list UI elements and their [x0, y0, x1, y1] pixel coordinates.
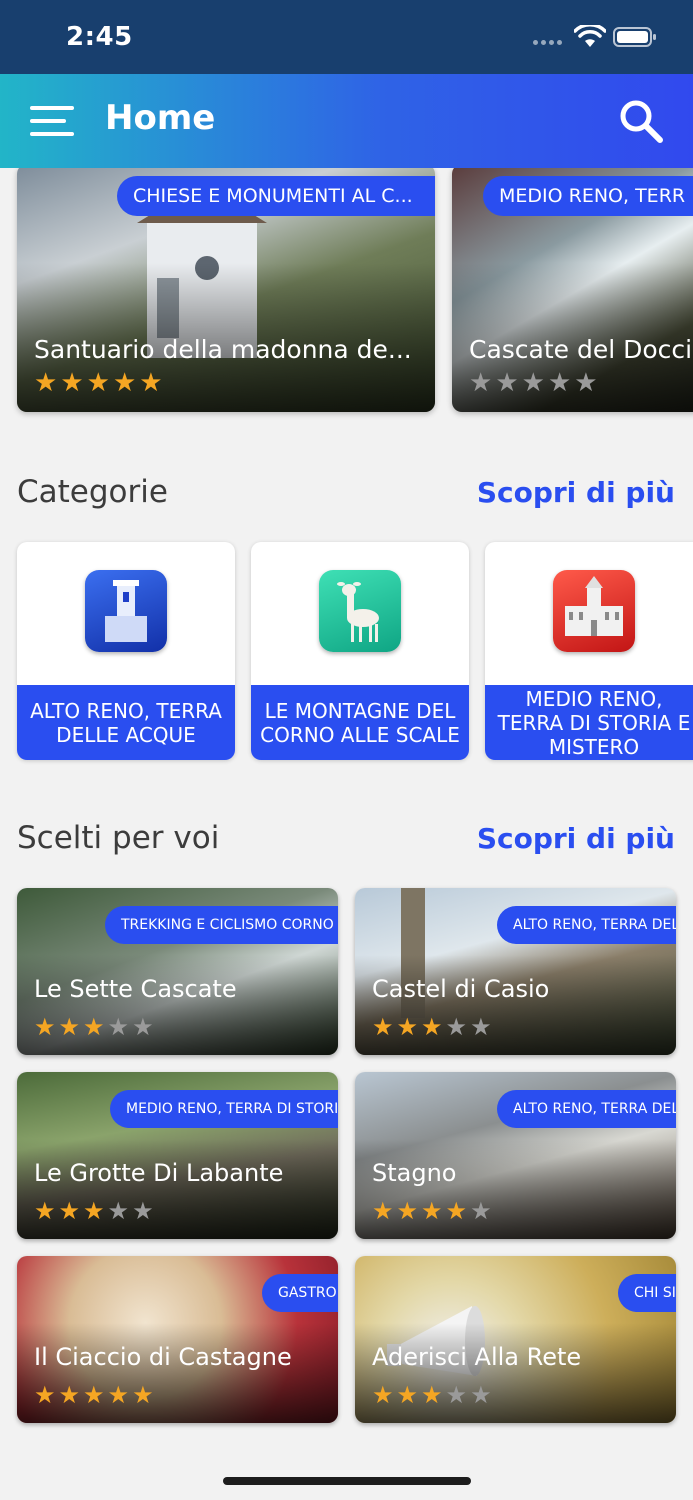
category-tag: MEDIO RENO, TERRA DI STORIA [110, 1090, 338, 1128]
star-icon: ★ [86, 368, 110, 398]
place-card[interactable]: GASTRO Il Ciaccio di Castagne ★ ★ ★ ★ ★ [17, 1256, 338, 1423]
status-time: 2:45 [66, 22, 133, 52]
place-title: Stagno [372, 1159, 457, 1187]
star-icon: ★ [83, 1381, 105, 1409]
featured-title: Santuario della madonna de... [34, 335, 412, 364]
star-icon: ★ [372, 1197, 394, 1225]
star-icon: ★ [421, 1197, 443, 1225]
star-icon: ★ [34, 1381, 56, 1409]
star-icon: ★ [495, 368, 519, 398]
star-icon: ★ [396, 1013, 419, 1041]
star-icon: ★ [445, 1197, 468, 1225]
star-icon: ★ [58, 1197, 81, 1225]
category-tag: TREKKING E CICLISMO CORNO A [105, 906, 338, 944]
category-tag: MEDIO RENO, TERR [483, 176, 693, 216]
category-tag: ALTO RENO, TERRA DEL [497, 906, 676, 944]
featured-title: Cascate del Docci [469, 335, 693, 364]
tower-icon [85, 570, 167, 652]
app-bar: Home [0, 74, 693, 168]
star-icon: ★ [139, 368, 163, 398]
star-rating: ★ ★ ★ ★ ★ [34, 1383, 154, 1407]
place-card[interactable]: ALTO RENO, TERRA DEL Stagno ★ ★ ★ ★ ★ [355, 1072, 676, 1239]
categories-heading: Categorie [17, 474, 168, 510]
search-icon[interactable] [618, 98, 664, 144]
featured-card[interactable]: CHIESE E MONUMENTI AL C... Santuario del… [17, 168, 435, 412]
star-icon: ★ [421, 1381, 443, 1409]
star-icon: ★ [34, 1197, 56, 1225]
wifi-icon [574, 25, 606, 47]
star-icon: ★ [132, 1381, 154, 1409]
star-icon: ★ [60, 368, 84, 398]
star-icon: ★ [58, 1013, 81, 1041]
star-icon: ★ [445, 1013, 468, 1041]
category-label: LE MONTAGNE DEL CORNO ALLE SCALE [251, 685, 469, 760]
category-tag: CHIESE E MONUMENTI AL C... [117, 176, 435, 216]
category-tag: ALTO RENO, TERRA DEL [497, 1090, 676, 1128]
category-tag: GASTRO [262, 1274, 338, 1312]
category-label: MEDIO RENO, TERRA DI STORIA E MISTERO [485, 685, 693, 760]
battery-icon [613, 27, 656, 47]
star-icon: ★ [132, 1197, 154, 1225]
picks-heading: Scelti per voi [17, 820, 220, 856]
category-label: ALTO RENO, TERRA DELLE ACQUE [17, 685, 235, 760]
place-card[interactable]: CHI SIA Aderisci Alla Rete ★★★★★ [355, 1256, 676, 1423]
categories-more-link[interactable]: Scopri di più [477, 476, 675, 509]
place-card[interactable]: TREKKING E CICLISMO CORNO A Le Sette Cas… [17, 888, 338, 1055]
cellular-signal-icon [533, 40, 562, 45]
star-icon: ★ [34, 368, 58, 398]
menu-icon[interactable] [30, 106, 74, 136]
star-icon: ★ [107, 1381, 130, 1409]
star-icon: ★ [574, 368, 598, 398]
star-rating: ★ ★ ★ ★ ★ [34, 1015, 154, 1039]
place-title: Le Sette Cascate [34, 975, 237, 1003]
star-icon: ★ [521, 368, 545, 398]
picks-more-link[interactable]: Scopri di più [477, 822, 675, 855]
place-title: Il Ciaccio di Castagne [34, 1343, 292, 1371]
category-tag: CHI SIA [618, 1274, 676, 1312]
page-title: Home [105, 98, 216, 138]
star-icon: ★ [132, 1013, 154, 1041]
home-content: CHIESE E MONUMENTI AL C... Santuario del… [0, 168, 693, 1500]
place-title: Aderisci Alla Rete [372, 1343, 582, 1371]
star-icon: ★ [34, 1013, 56, 1041]
castle-icon [553, 570, 635, 652]
star-icon: ★ [372, 1013, 394, 1041]
star-rating: ★ ★ ★ ★ ★ [469, 370, 598, 396]
star-icon: ★ [396, 1381, 419, 1409]
star-icon: ★ [372, 1381, 394, 1409]
place-title: Le Grotte Di Labante [34, 1159, 284, 1187]
star-icon: ★ [107, 1013, 130, 1041]
place-title: Castel di Casio [372, 975, 550, 1003]
star-icon: ★ [445, 1381, 468, 1409]
star-rating: ★ ★ ★ ★ ★ [372, 1015, 492, 1039]
star-rating: ★ ★ ★ ★ ★ [34, 1199, 154, 1223]
star-icon: ★ [470, 1013, 492, 1041]
star-rating: ★ ★ ★ ★ ★ [372, 1383, 492, 1407]
star-icon: ★ [470, 1381, 492, 1409]
category-card[interactable]: LE MONTAGNE DEL CORNO ALLE SCALE [251, 542, 469, 760]
status-bar: 2:45 [0, 0, 693, 74]
star-icon: ★ [83, 1197, 105, 1225]
star-icon: ★ [58, 1381, 81, 1409]
star-icon: ★ [396, 1197, 419, 1225]
star-icon: ★ [421, 1013, 443, 1041]
star-icon: ★ [469, 368, 493, 398]
category-card[interactable]: ALTO RENO, TERRA DELLE ACQUE [17, 542, 235, 760]
place-card[interactable]: ALTO RENO, TERRA DEL Castel di Casio ★ ★ ★… [355, 888, 676, 1055]
home-indicator[interactable] [223, 1477, 471, 1485]
star-icon: ★ [83, 1013, 105, 1041]
star-rating: ★ ★ ★ ★ ★ [34, 370, 163, 396]
star-icon: ★ [547, 368, 572, 398]
star-icon: ★ [112, 368, 137, 398]
category-card[interactable]: MEDIO RENO, TERRA DI STORIA E MISTERO [485, 542, 693, 760]
deer-icon [319, 570, 401, 652]
star-rating: ★ ★ ★ ★ ★ [372, 1199, 492, 1223]
place-card[interactable]: MEDIO RENO, TERRA DI STORIA Le Grotte Di… [17, 1072, 338, 1239]
star-icon: ★ [470, 1197, 492, 1225]
star-icon: ★ [107, 1197, 130, 1225]
featured-card[interactable]: MEDIO RENO, TERR Cascate del Docci ★ ★ ★ ★ ★ [452, 168, 693, 412]
